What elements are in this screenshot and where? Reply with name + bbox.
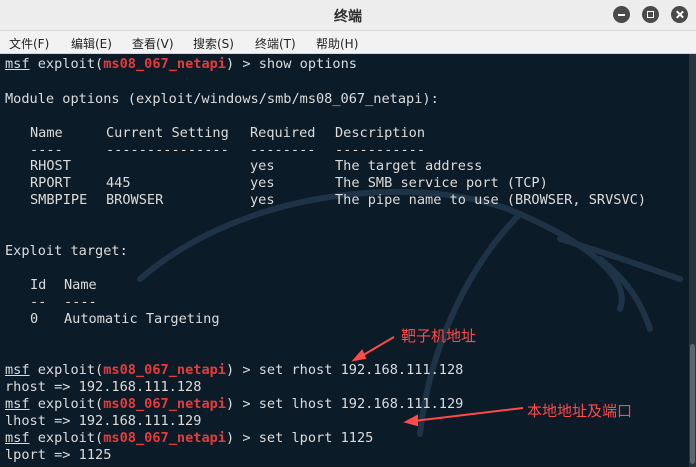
scrollbar[interactable] [689,54,696,467]
annotation-target-address: 靶子机地址 [401,327,477,345]
close-icon [675,10,684,19]
arrow-head [351,349,367,362]
menu-search[interactable]: 搜索(S) [193,35,234,52]
menu-bar: 文件(F) 编辑(E) 查看(V) 搜索(S) 终端(T) 帮助(H) [0,31,696,54]
menu-edit[interactable]: 编辑(E) [71,35,112,52]
title-bar: 终端 [0,0,696,31]
arrow-to-lhost [413,407,524,422]
terminal-window: 终端 文件(F) 编辑(E) 查看(V) 搜索(S) 终端(T) 帮助(H) m… [0,0,696,467]
minimize-icon [618,14,625,16]
scrollbar-thumb[interactable] [690,344,695,464]
annotation-local-address: 本地地址及端口 [527,402,633,420]
menu-terminal[interactable]: 终端(T) [255,35,296,52]
menu-file[interactable]: 文件(F) [9,35,49,52]
menu-view[interactable]: 查看(V) [132,35,174,52]
terminal-area[interactable]: msf exploit(ms08_067_netapi) > show opti… [0,54,689,467]
arrow-to-rhost [359,336,395,358]
window-title: 终端 [334,9,362,25]
maximize-icon [647,11,654,18]
maximize-button[interactable] [642,6,659,23]
close-button[interactable] [671,6,688,23]
arrow-head [403,414,418,427]
minimize-button[interactable] [613,6,630,23]
menu-help[interactable]: 帮助(H) [316,35,358,52]
